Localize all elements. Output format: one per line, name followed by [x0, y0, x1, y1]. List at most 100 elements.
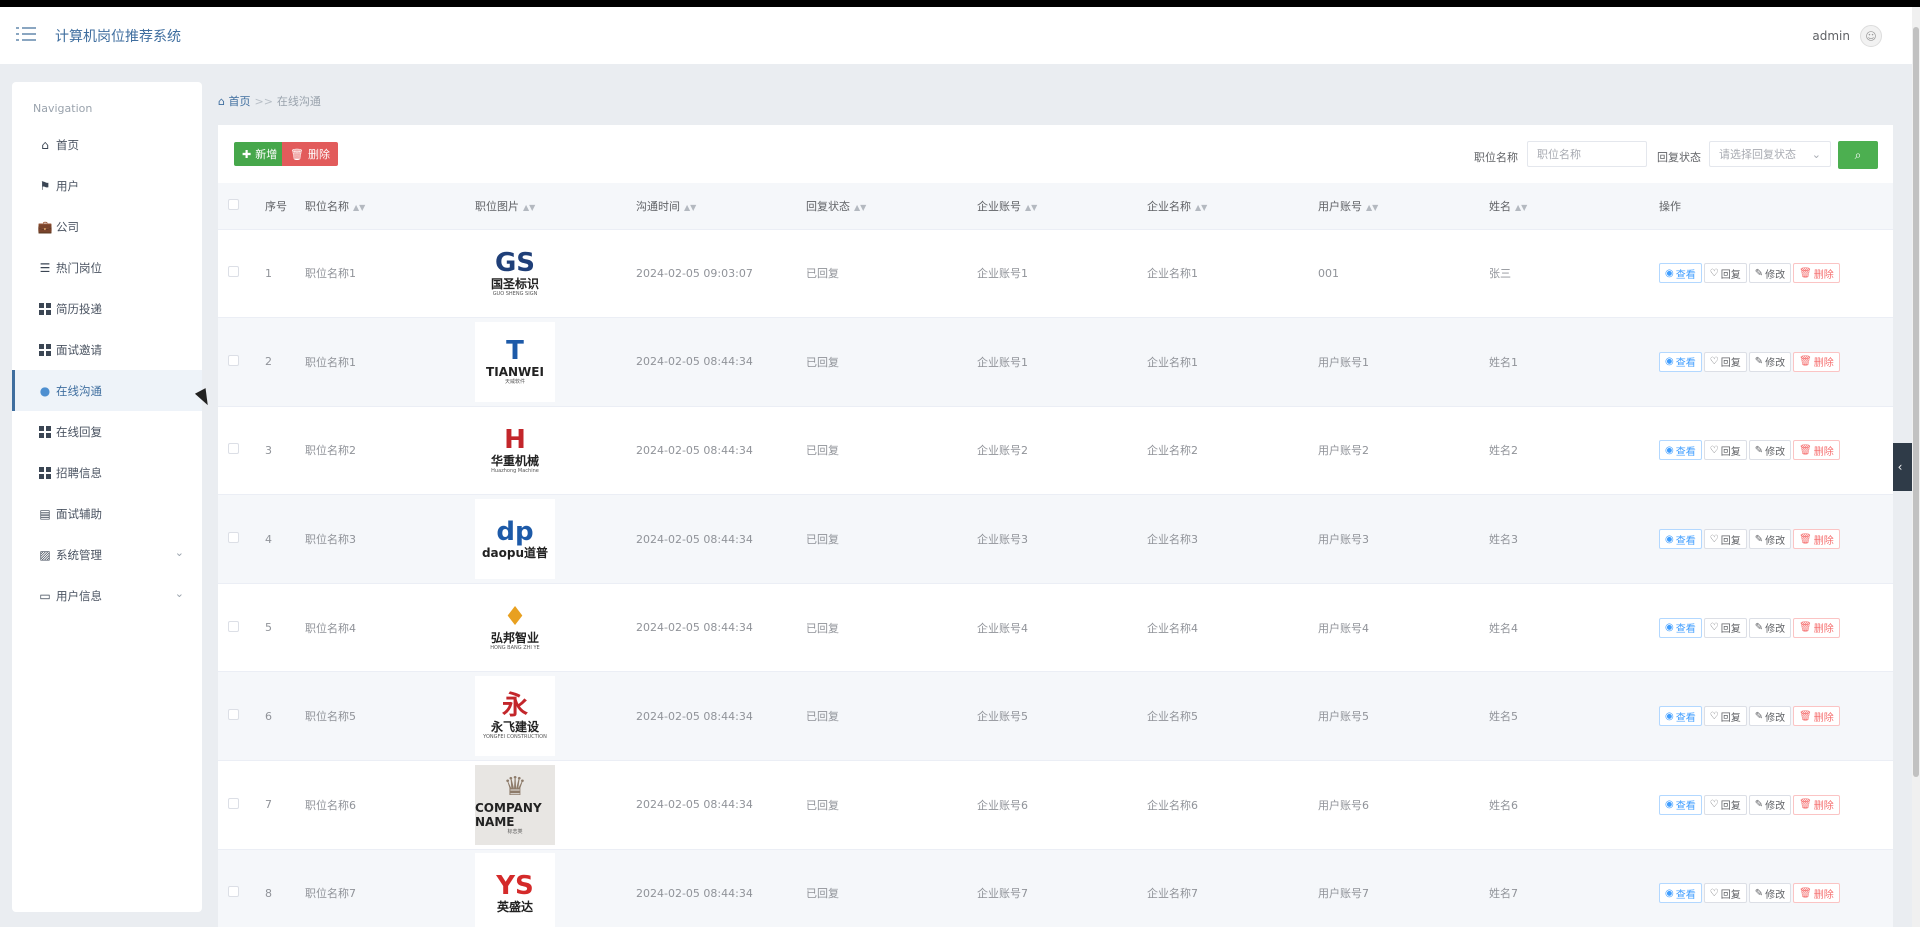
search-button[interactable]: ⌕ — [1838, 141, 1878, 169]
sidebar-item-7[interactable]: 在线回复 — [12, 411, 202, 452]
row-delete-button[interactable]: 🗑 删除 — [1793, 529, 1840, 550]
reply-button[interactable]: ♡ 回复 — [1703, 440, 1747, 461]
cell-no: 4 — [265, 494, 305, 584]
sort-icon[interactable]: ▲▼ — [1195, 203, 1207, 212]
view-button[interactable]: ◉ 查看 — [1659, 351, 1702, 372]
sidebar-item-8[interactable]: 招聘信息 — [12, 452, 202, 493]
header-status[interactable]: 回复状态 ▲▼ — [806, 183, 977, 230]
header-actions: 操作 — [1659, 183, 1893, 230]
cell-no: 7 — [265, 760, 305, 850]
reply-button[interactable]: ♡ 回复 — [1703, 706, 1747, 727]
add-button[interactable]: ✚ 新增 — [234, 142, 286, 166]
edit-button[interactable]: ✎ 修改 — [1748, 263, 1792, 284]
company-logo: H 华重机械 Huazhong Machine — [475, 410, 555, 491]
select-all-checkbox[interactable] — [228, 198, 239, 210]
edit-icon: ✎ — [1754, 887, 1764, 899]
cell-no: 6 — [265, 671, 305, 762]
reply-button[interactable]: ♡ 回复 — [1703, 351, 1747, 372]
logo-name: daopu道普 — [481, 546, 549, 561]
row-checkbox[interactable] — [228, 266, 239, 278]
view-button[interactable]: ◉ 查看 — [1659, 794, 1702, 815]
row-checkbox[interactable] — [228, 886, 239, 898]
view-button[interactable]: ◉ 查看 — [1659, 617, 1702, 638]
sidebar-item-4[interactable]: 简历投递 — [12, 288, 202, 329]
header-name[interactable]: 姓名 ▲▼ — [1489, 183, 1659, 230]
sort-icon[interactable]: ▲▼ — [684, 203, 696, 212]
content-panel: ✚ 新增 🗑 删除 职位名称 职位名称 回复状态 请选择回复状态 ⌄ ⌕ 序号 职位名… — [218, 125, 1893, 927]
cell-job: 职位名称4 — [305, 583, 475, 673]
user-name[interactable]: admin — [1812, 29, 1850, 43]
job-filter-input[interactable]: 职位名称 — [1527, 141, 1647, 167]
cell-no: 2 — [265, 317, 305, 407]
view-button[interactable]: ◉ 查看 — [1659, 440, 1702, 461]
edit-icon: ✎ — [1754, 622, 1764, 634]
delete-button[interactable]: 🗑 删除 — [282, 142, 338, 166]
page-scrollbar[interactable] — [1912, 7, 1920, 927]
view-button[interactable]: ◉ 查看 — [1659, 883, 1702, 904]
header-time[interactable]: 沟通时间 ▲▼ — [636, 183, 806, 230]
reply-button[interactable]: ♡ 回复 — [1703, 263, 1747, 284]
cell-status: 已回复 — [806, 317, 977, 407]
cell-time: 2024-02-05 08:44:34 — [636, 317, 806, 407]
row-delete-button[interactable]: 🗑 删除 — [1793, 617, 1840, 638]
row-checkbox[interactable] — [228, 354, 239, 366]
row-delete-button[interactable]: 🗑 删除 — [1793, 263, 1840, 284]
reply-button[interactable]: ♡ 回复 — [1703, 794, 1747, 815]
edit-button[interactable]: ✎ 修改 — [1748, 706, 1792, 727]
row-checkbox[interactable] — [228, 709, 239, 721]
edit-button[interactable]: ✎ 修改 — [1748, 529, 1792, 550]
edit-button[interactable]: ✎ 修改 — [1748, 883, 1792, 904]
sidebar-item-2[interactable]: 💼 公司 — [12, 206, 202, 247]
row-delete-button[interactable]: 🗑 删除 — [1793, 883, 1840, 904]
scrollbar-thumb[interactable] — [1913, 27, 1919, 777]
header-job[interactable]: 职位名称 ▲▼ — [305, 183, 475, 230]
reply-button[interactable]: ♡ 回复 — [1703, 617, 1747, 638]
sidebar-item-3[interactable]: ☰ 热门岗位 — [12, 247, 202, 288]
header-corp-name[interactable]: 企业名称 ▲▼ — [1147, 183, 1318, 230]
sidebar-item-5[interactable]: 面试邀请 — [12, 329, 202, 370]
cell-corp-name: 企业名称6 — [1147, 760, 1318, 850]
view-button[interactable]: ◉ 查看 — [1659, 263, 1702, 284]
view-button[interactable]: ◉ 查看 — [1659, 529, 1702, 550]
header-image[interactable]: 职位图片 ▲▼ — [475, 183, 636, 230]
row-delete-button[interactable]: 🗑 删除 — [1793, 794, 1840, 815]
row-checkbox[interactable] — [228, 620, 239, 632]
row-checkbox[interactable] — [228, 797, 239, 809]
user-menu[interactable]: admin ☺ — [1812, 25, 1882, 47]
row-delete-button[interactable]: 🗑 删除 — [1793, 706, 1840, 727]
job-filter-label: 职位名称 — [1474, 151, 1518, 164]
cell-corp-account: 企业账号7 — [977, 849, 1147, 927]
reply-button[interactable]: ♡ 回复 — [1703, 883, 1747, 904]
sort-icon[interactable]: ▲▼ — [1025, 203, 1037, 212]
sidebar-item-10[interactable]: ▨ 系统管理 ⌄ — [12, 534, 202, 575]
sidebar-item-6[interactable]: ● 在线沟通 — [12, 370, 202, 411]
sidebar-item-1[interactable]: ⚑ 用户 — [12, 165, 202, 206]
row-checkbox[interactable] — [228, 532, 239, 544]
sort-icon[interactable]: ▲▼ — [1515, 203, 1527, 212]
breadcrumb-home[interactable]: ⌂ 首页 — [218, 95, 250, 108]
edit-button[interactable]: ✎ 修改 — [1748, 794, 1792, 815]
view-button[interactable]: ◉ 查看 — [1659, 706, 1702, 727]
sort-icon[interactable]: ▲▼ — [353, 203, 365, 212]
row-checkbox[interactable] — [228, 443, 239, 455]
sort-icon[interactable]: ▲▼ — [854, 203, 866, 212]
header-user-account[interactable]: 用户账号 ▲▼ — [1318, 183, 1489, 230]
header-corp-account[interactable]: 企业账号 ▲▼ — [977, 183, 1147, 230]
row-delete-button[interactable]: 🗑 删除 — [1793, 440, 1840, 461]
trash-icon: 🗑 — [1799, 799, 1812, 811]
edit-button[interactable]: ✎ 修改 — [1748, 440, 1792, 461]
sidebar-item-11[interactable]: ▭ 用户信息 ⌄ — [12, 575, 202, 616]
search-icon: ⌕ — [1854, 147, 1862, 162]
edit-button[interactable]: ✎ 修改 — [1748, 351, 1792, 372]
row-delete-button[interactable]: 🗑 删除 — [1793, 351, 1840, 372]
cell-image: 永永飞建设 YONGFEI CONSTRUCTION — [475, 671, 636, 762]
edit-button[interactable]: ✎ 修改 — [1748, 617, 1792, 638]
sort-icon[interactable]: ▲▼ — [523, 203, 535, 212]
avatar[interactable]: ☺ — [1860, 25, 1882, 47]
sidebar-item-0[interactable]: ⌂ 首页 — [12, 124, 202, 165]
menu-toggle-icon[interactable] — [16, 27, 36, 43]
sidebar-item-9[interactable]: ▤ 面试辅助 — [12, 493, 202, 534]
sort-icon[interactable]: ▲▼ — [1366, 203, 1378, 212]
status-filter-select[interactable]: 请选择回复状态 ⌄ — [1709, 141, 1831, 167]
reply-button[interactable]: ♡ 回复 — [1703, 529, 1747, 550]
